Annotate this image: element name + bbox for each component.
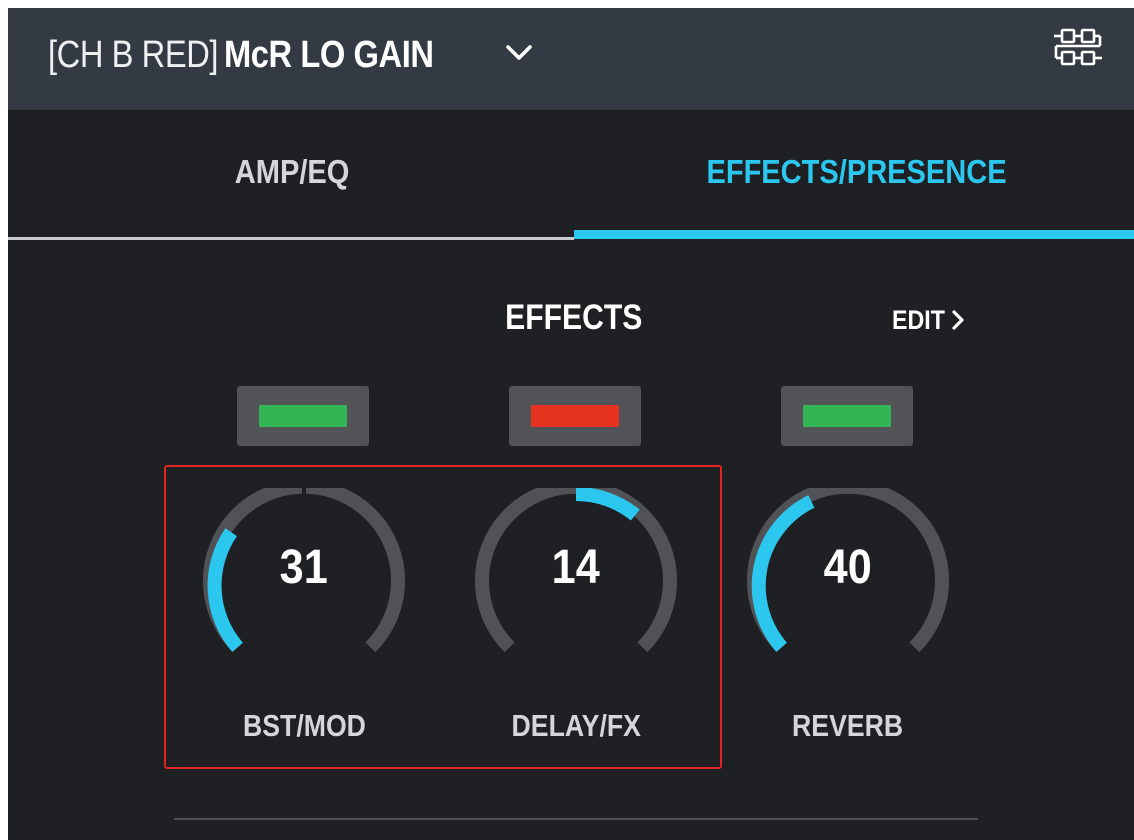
tab-amp-eq[interactable]: AMP/EQ xyxy=(8,110,574,246)
app-frame: [CH B RED] McR LO GAIN AMP/EQ EFFECTS/PR… xyxy=(8,8,1134,840)
tab-amp-eq-label: AMP/EQ xyxy=(234,153,350,190)
preset-name: McR LO GAIN xyxy=(223,33,434,76)
reverb-label: REVERB xyxy=(792,708,904,743)
delay-fx-toggle[interactable] xyxy=(509,386,641,446)
preset-selector[interactable]: [CH B RED] McR LO GAIN xyxy=(48,30,532,80)
reverb-knob[interactable]: 40 xyxy=(745,488,951,668)
bst-mod-value: 31 xyxy=(279,541,329,594)
bst-mod-led xyxy=(259,405,347,427)
tab-effects-presence-label: EFFECTS/PRESENCE xyxy=(706,153,1008,190)
bst-mod-label: BST/MOD xyxy=(242,708,366,743)
effects-title-text: EFFECTS xyxy=(505,298,643,337)
channel-label: [CH B RED] xyxy=(48,33,219,76)
delay-fx-value: 14 xyxy=(551,541,601,594)
delay-fx-label: DELAY/FX xyxy=(511,708,641,743)
delay-fx-led xyxy=(531,405,619,427)
tab-bar: AMP/EQ EFFECTS/PRESENCE xyxy=(8,110,1134,246)
edit-effects-button[interactable]: EDIT xyxy=(892,304,968,336)
edit-label: EDIT xyxy=(892,304,945,335)
reverb-led xyxy=(803,405,891,427)
section-divider xyxy=(174,818,978,820)
reverb-value: 40 xyxy=(823,541,873,594)
header-bar: [CH B RED] McR LO GAIN xyxy=(8,8,1134,110)
signal-chain-icon[interactable] xyxy=(1052,26,1104,70)
tab-underline xyxy=(8,237,574,240)
chevron-down-icon xyxy=(506,45,532,60)
effects-section-title: EFFECTS xyxy=(468,298,680,338)
bst-mod-toggle[interactable] xyxy=(237,386,369,446)
chevron-right-icon xyxy=(951,310,964,330)
reverb-toggle[interactable] xyxy=(781,386,913,446)
bst-mod-knob[interactable]: 31 xyxy=(201,488,407,668)
tab-active-indicator xyxy=(574,230,1134,239)
tab-effects-presence[interactable]: EFFECTS/PRESENCE xyxy=(574,110,1134,246)
delay-fx-knob[interactable]: 14 xyxy=(473,488,679,668)
